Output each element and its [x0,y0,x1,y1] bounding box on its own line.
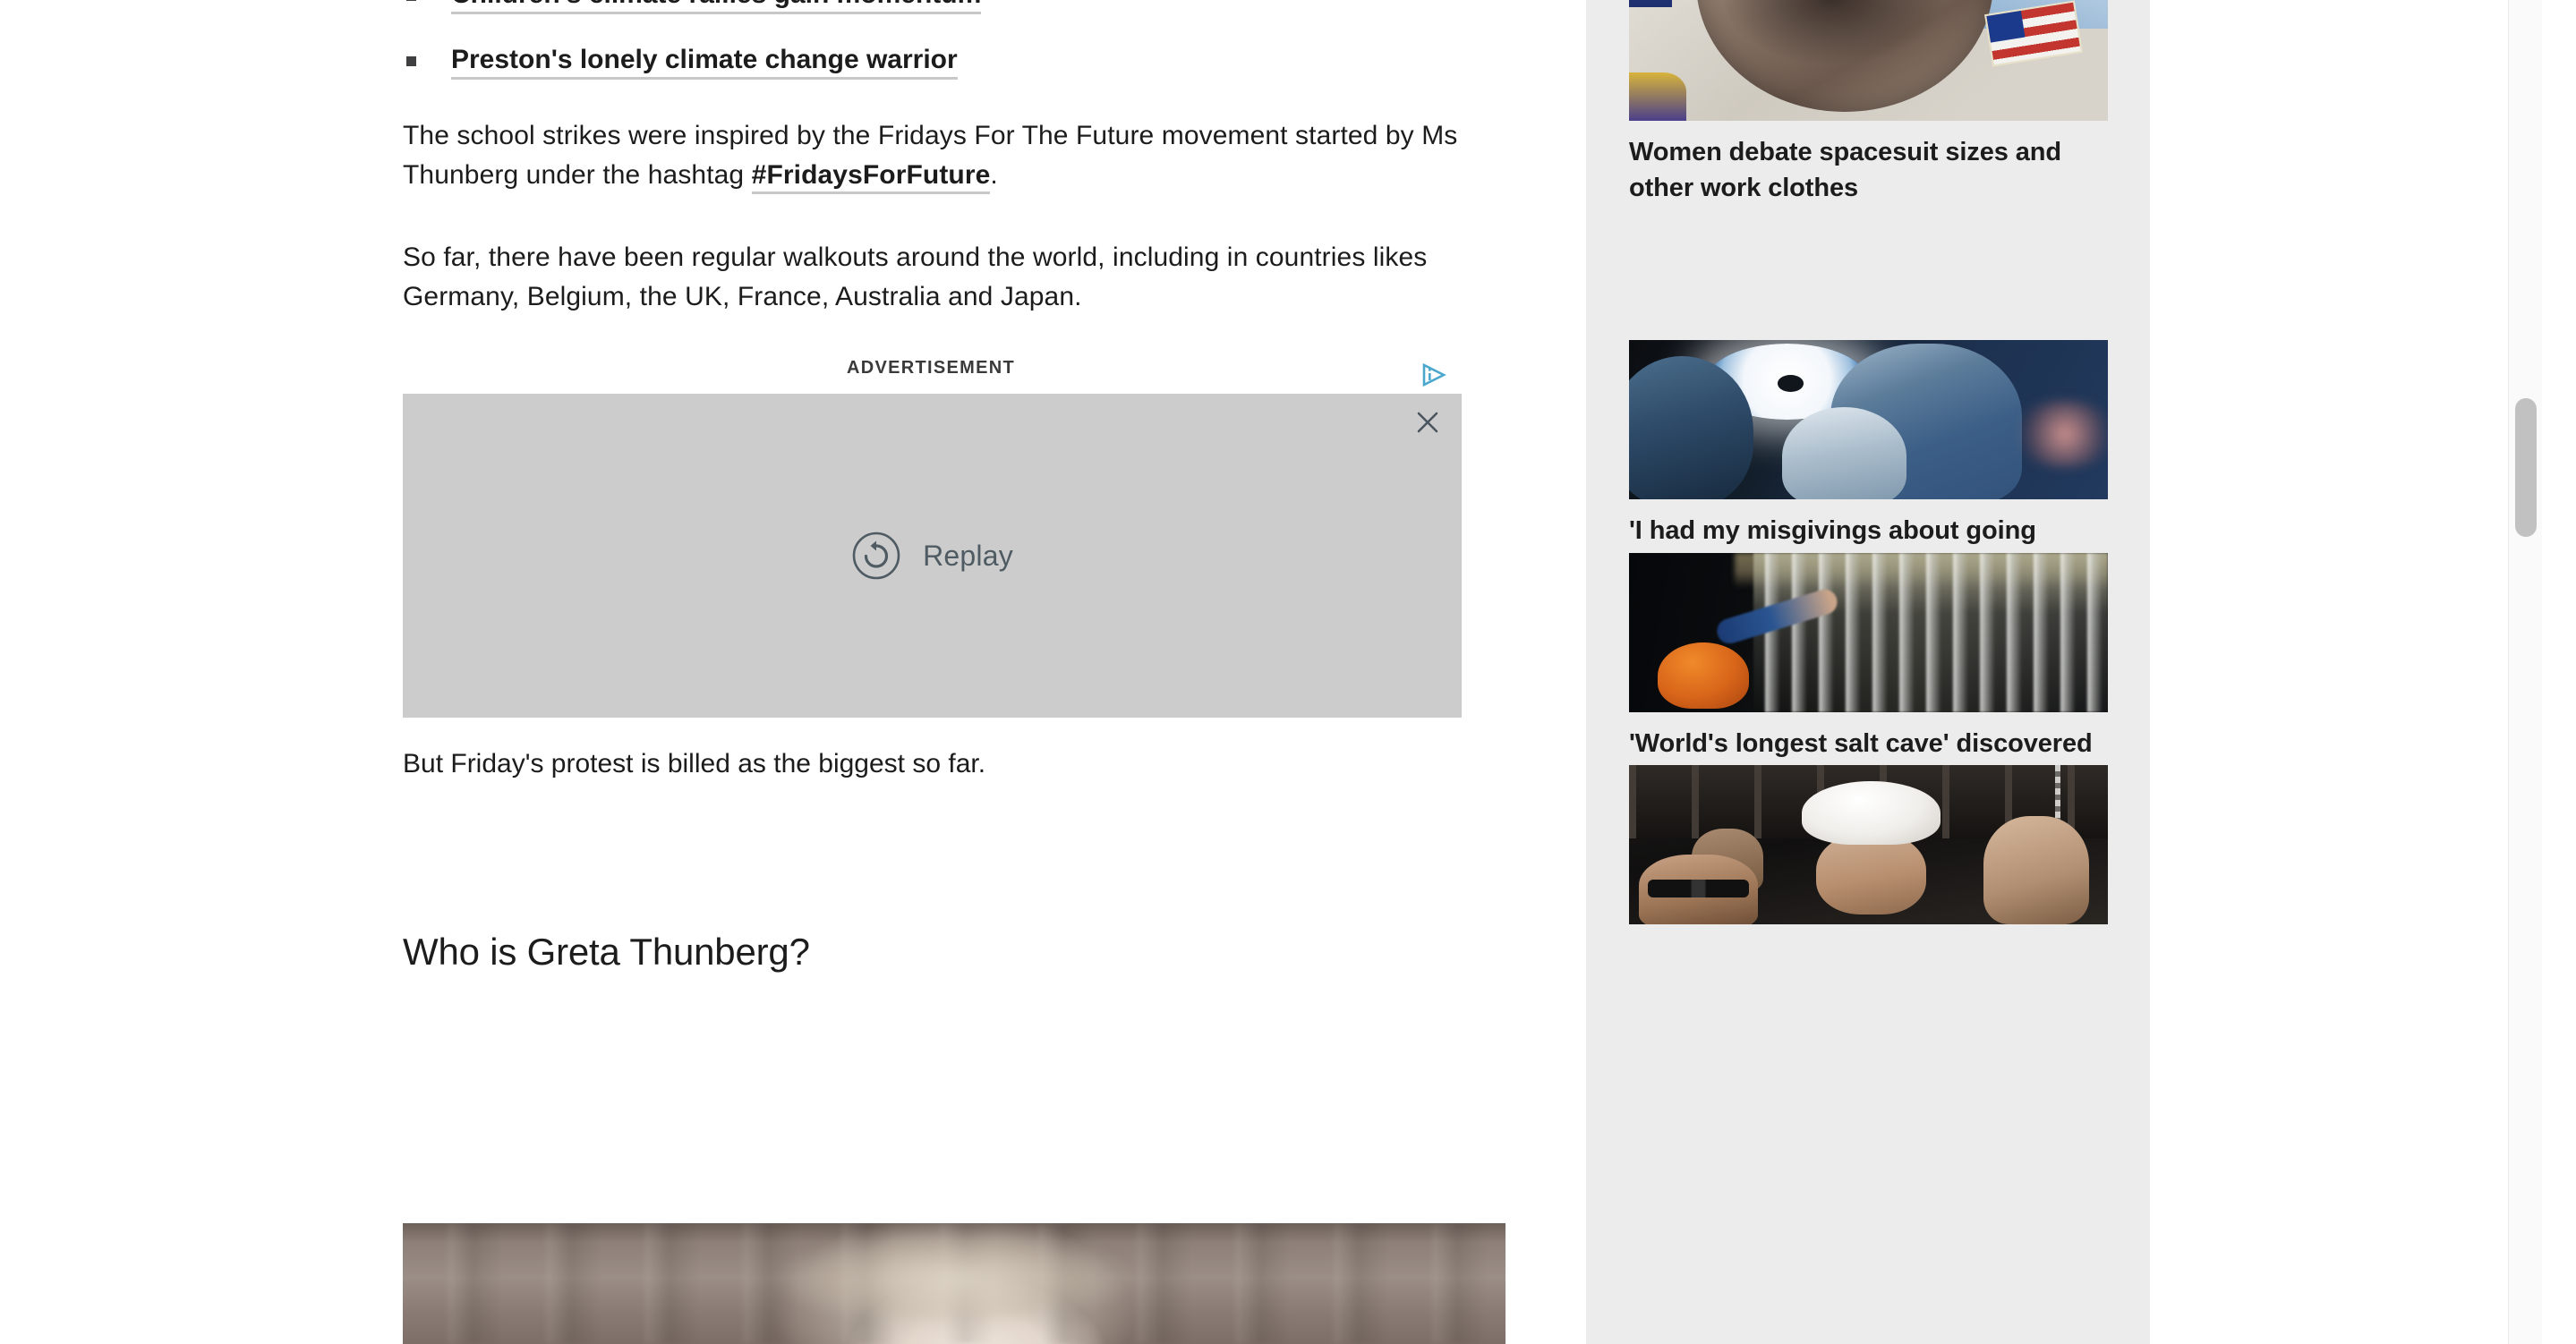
right-whitespace [2150,0,2542,1344]
photo-layer-surgeon-centre [1782,406,1907,499]
page-scrollbar-thumb[interactable] [2515,398,2537,537]
left-gutter [0,0,403,1344]
replay-label: Replay [923,539,1013,572]
section-heading: Who is Greta Thunberg? [403,931,810,973]
sidebar-story-1-title[interactable]: Women debate spacesuit sizes and other w… [1629,134,2108,206]
column-gap [1508,0,1586,1344]
sidebar-story-3[interactable]: 'World's longest salt cave' discovered [1629,553,2108,761]
advertisement-label: ADVERTISEMENT [846,358,1016,378]
photo-layer-patch [1629,0,1673,7]
related-link-2[interactable]: Preston's lonely climate change warrior [451,44,958,80]
replay-circular-arrow-icon [851,531,901,581]
photo-layer-patch-2 [1629,72,1687,121]
salt-cave-explorer-photo [1629,553,2108,712]
list-item: Children's climate rallies gain momentum [403,0,1508,14]
hashtag-link[interactable]: #FridaysForFuture [751,160,991,194]
list-item: Preston's lonely climate change warrior [403,42,1508,80]
sidebar-story-3-title[interactable]: 'World's longest salt cave' discovered [1629,726,2108,761]
article-column: Children's climate rallies gain momentum… [403,0,1508,1344]
greta-thunberg-photo [403,1223,1506,1344]
page-root: Children's climate rallies gain momentum… [0,0,2576,1344]
article-paragraph-2: So far, there have been regular walkouts… [403,242,1428,311]
related-links-list: Children's climate rallies gain momentum… [403,0,1508,106]
photo-layer-man-right [1983,815,2089,924]
adchoices-triangle-icon[interactable] [1421,362,1446,387]
astronaut-spacesuit-photo [1629,0,2108,121]
sidebar-story-4[interactable] [1629,765,2108,938]
page-scrollbar-track[interactable] [2508,0,2542,1344]
photo-layer-orange-helmet [1658,642,1749,710]
photo-layer-salt-stalactites [1753,553,2108,712]
article-paragraph-3: But Friday's protest is billed as the bi… [403,749,986,778]
sidebar-story-2[interactable]: 'I had my misgivings about going abroad … [1629,340,2108,584]
related-stories-sidebar: Women debate spacesuit sizes and other w… [1586,0,2150,1344]
paragraph-1-text-after: . [990,160,998,190]
man-in-white-hard-hat-photo [1629,765,2108,924]
replay-button[interactable]: Replay [403,394,1462,718]
surgeons-in-operating-theatre-photo [1629,340,2108,499]
photo-layer-white-hard-hat [1801,780,1941,845]
advertisement-slot[interactable]: Replay [403,394,1462,718]
photo-hair-highlight [766,1232,1142,1344]
related-link-1[interactable]: Children's climate rallies gain momentum [451,0,982,14]
article-paragraph-1: The school strikes were inspired by the … [403,116,1459,195]
sidebar-story-1[interactable]: Women debate spacesuit sizes and other w… [1629,0,2108,206]
photo-layer-sunglasses [1648,880,1749,897]
